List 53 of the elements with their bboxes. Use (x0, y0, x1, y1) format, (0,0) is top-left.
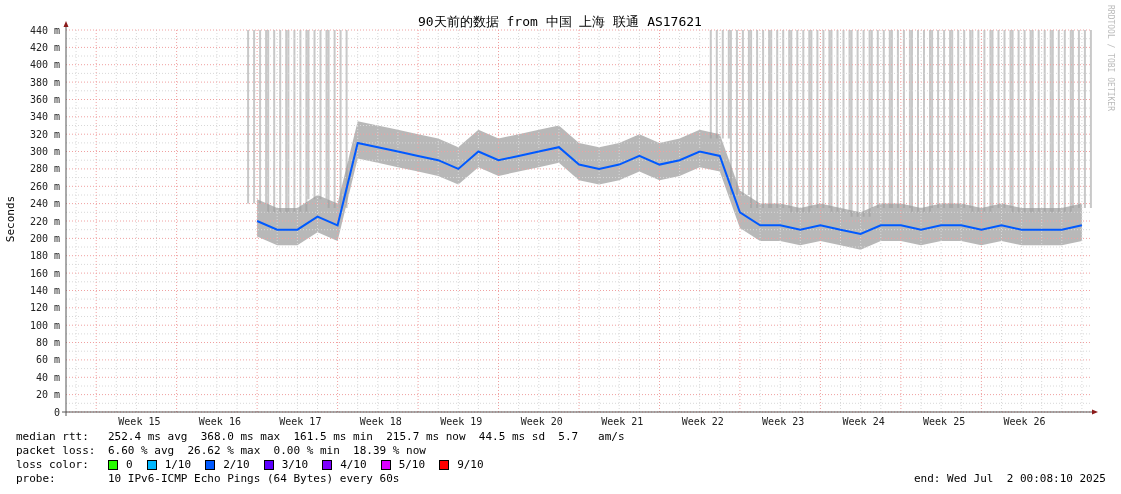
y-tick-label: 240 m (29, 198, 60, 210)
y-tick-label: 20 m (35, 389, 60, 401)
x-tick-label: Week 21 (601, 416, 644, 427)
loss-color-label: 1/10 (164, 458, 192, 472)
y-tick-label: 120 m (29, 302, 60, 314)
y-tick-label: 340 m (29, 111, 60, 123)
y-tick-label: 300 m (29, 146, 60, 158)
x-tick-label: Week 25 (923, 416, 966, 427)
legend-label: loss color: (16, 458, 90, 472)
y-tick-label: 100 m (29, 319, 60, 331)
loss-color-label: 4/10 (340, 458, 367, 472)
y-tick-label: 360 m (29, 93, 60, 105)
x-tick-label: Week 24 (842, 416, 885, 427)
y-axis-title: Seconds (4, 195, 17, 243)
legend-label: packet loss: (16, 444, 97, 458)
y-tick-label: 60 m (35, 354, 60, 366)
y-tick-label: 200 m (29, 232, 60, 244)
loss-color-label: 3/10 (281, 458, 309, 472)
x-tick-label: Week 15 (118, 416, 161, 427)
y-tick-label: 140 m (29, 284, 60, 296)
y-tick-label: 260 m (29, 180, 60, 192)
loss-color-label: 2/10 (223, 458, 250, 472)
legend-value: 10 IPv6-ICMP Echo Pings (64 Bytes) every 60s (108, 472, 400, 486)
loss-color-label: 5/10 (398, 458, 426, 472)
loss-color-label: 9/10 (457, 458, 484, 472)
legend-value: 252.4 ms avg 368.0 ms max 161.5 ms min 215.7 ms now 44.5 ms sd 5.7 am/s (108, 430, 625, 444)
y-tick-label: 440 m (29, 24, 60, 36)
x-tick-label: Week 26 (1003, 416, 1046, 427)
y-tick-label: 80 m (35, 337, 60, 349)
x-tick-label: Week 16 (198, 416, 241, 427)
y-tick-label: 40 m (35, 371, 60, 383)
end-time: end: Wed Jul 2 00:08:10 2025 (913, 472, 1106, 486)
y-tick-label: 160 m (29, 267, 60, 279)
credit-text: RRDTOOL / TOBI OETIKER (1106, 5, 1115, 111)
y-tick-label: 280 m (29, 163, 60, 175)
legend-value: 6.60 % avg 26.62 % max 0.00 % min 18.39 % now (108, 444, 426, 458)
loss-color-label: 0 (126, 458, 133, 472)
y-tick-label: 220 m (29, 215, 60, 227)
legend-label: probe: (16, 472, 57, 486)
y-tick-label: 420 m (29, 41, 60, 53)
y-tick-label: 180 m (29, 250, 60, 262)
y-tick-label: 320 m (29, 128, 60, 140)
x-tick-label: Week 20 (520, 416, 563, 427)
chart-title: 90天前的数据 from 中国 上海 联通 AS17621 (418, 14, 702, 29)
x-tick-label: Week 22 (681, 416, 724, 427)
y-tick-label: 0 (53, 406, 60, 418)
legend-label: median rtt: (16, 430, 90, 444)
y-tick-label: 380 m (29, 76, 60, 88)
x-tick-label: Week 18 (359, 416, 402, 427)
x-tick-label: Week 17 (279, 416, 322, 427)
x-tick-label: Week 19 (440, 416, 483, 427)
x-tick-label: Week 23 (762, 416, 805, 427)
y-tick-label: 400 m (29, 59, 60, 71)
